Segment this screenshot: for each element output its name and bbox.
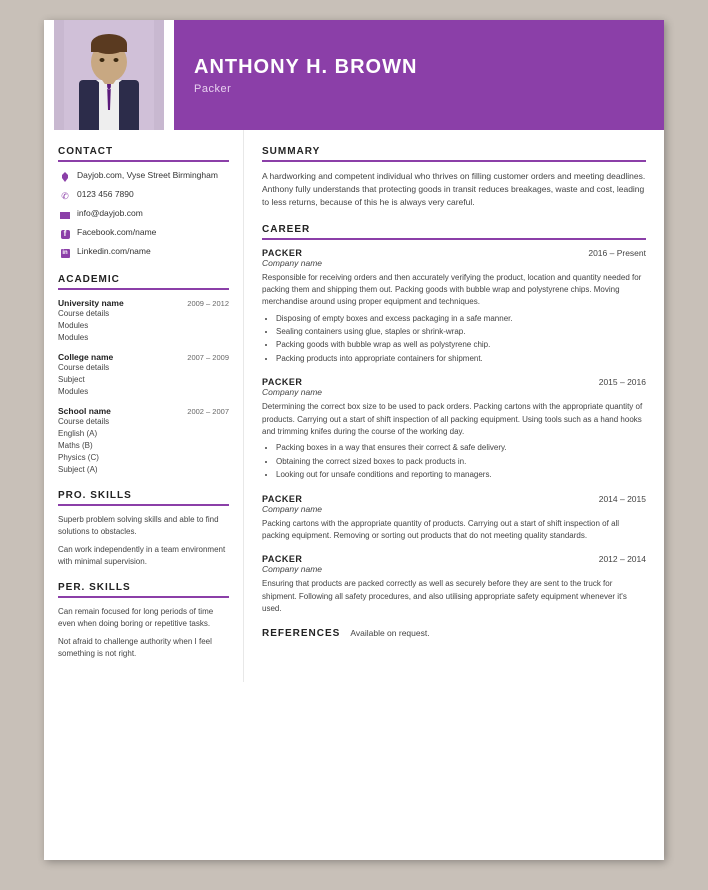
pro-skill-2: Can work independently in a team environ…: [58, 544, 229, 568]
photo-area: [44, 20, 174, 130]
career-3-title: PACKER: [262, 494, 302, 504]
university-dates: 2009 – 2012: [187, 299, 229, 308]
per-skill-1: Can remain focused for long periods of t…: [58, 606, 229, 630]
list-item: Looking out for unsafe conditions and re…: [276, 469, 646, 481]
career-1-company: Company name: [262, 258, 646, 268]
career-2-desc: Determining the correct box size to be u…: [262, 401, 646, 438]
left-column: CONTACT Dayjob.com, Vyse Street Birmingh…: [44, 130, 244, 682]
summary-text: A hardworking and competent individual w…: [262, 170, 646, 210]
page-wrapper: ANTHONY H. BROWN Packer CONTACT Dayjob.c…: [0, 0, 708, 890]
per-skills-section-title: PER. SKILLS: [58, 582, 229, 598]
address-text: Dayjob.com, Vyse Street Birmingham: [77, 170, 218, 182]
linkedin-text: Linkedin.com/name: [77, 246, 151, 258]
phone-icon: ✆: [58, 189, 72, 203]
academic-section-title: ACADEMIC: [58, 274, 229, 290]
college-name: College name: [58, 352, 113, 362]
career-1-desc: Responsible for receiving orders and the…: [262, 272, 646, 309]
list-item: Packing products into appropriate contai…: [276, 353, 646, 365]
candidate-name: ANTHONY H. BROWN: [194, 56, 644, 79]
right-column: SUMMARY A hardworking and competent indi…: [244, 130, 664, 682]
academic-entry-college: College name 2007 – 2009 Course details …: [58, 352, 229, 398]
pro-skill-1: Superb problem solving skills and able t…: [58, 514, 229, 538]
career-1-title: PACKER: [262, 248, 302, 258]
academic-entry-school: School name 2002 – 2007 Course details E…: [58, 406, 229, 476]
linkedin-icon: in: [58, 246, 72, 260]
career-4-desc: Ensuring that products are packed correc…: [262, 578, 646, 615]
resume-body: CONTACT Dayjob.com, Vyse Street Birmingh…: [44, 130, 664, 682]
career-entry-3: PACKER 2014 – 2015 Company name Packing …: [262, 494, 646, 543]
list-item: Packing boxes in a way that ensures thei…: [276, 442, 646, 454]
university-name: University name: [58, 298, 124, 308]
career-section-title: CAREER: [262, 224, 646, 240]
career-2-company: Company name: [262, 387, 646, 397]
pro-skills-section-title: PRO. SKILLS: [58, 490, 229, 506]
resume-document: ANTHONY H. BROWN Packer CONTACT Dayjob.c…: [44, 20, 664, 860]
career-4-title: PACKER: [262, 554, 302, 564]
school-dates: 2002 – 2007: [187, 407, 229, 416]
phone-text: 0123 456 7890: [77, 189, 134, 201]
email-icon: [58, 208, 72, 222]
career-entry-2: PACKER 2015 – 2016 Company name Determin…: [262, 377, 646, 481]
profile-photo: [54, 20, 164, 130]
resume-header: ANTHONY H. BROWN Packer: [44, 20, 664, 130]
pin-icon: [58, 170, 72, 184]
contact-linkedin: in Linkedin.com/name: [58, 246, 229, 260]
career-2-dates: 2015 – 2016: [599, 377, 646, 387]
contact-phone: ✆ 0123 456 7890: [58, 189, 229, 203]
school-name: School name: [58, 406, 111, 416]
career-entry-4: PACKER 2012 – 2014 Company name Ensuring…: [262, 554, 646, 615]
college-details: Course details Subject Modules: [58, 362, 229, 398]
school-details: Course details English (A) Maths (B) Phy…: [58, 416, 229, 476]
career-3-dates: 2014 – 2015: [599, 494, 646, 504]
college-dates: 2007 – 2009: [187, 353, 229, 362]
list-item: Packing goods with bubble wrap as well a…: [276, 339, 646, 351]
career-1-bullets: Disposing of empty boxes and excess pack…: [262, 313, 646, 366]
career-4-company: Company name: [262, 564, 646, 574]
university-details: Course details Modules Modules: [58, 308, 229, 344]
contact-address: Dayjob.com, Vyse Street Birmingham: [58, 170, 229, 184]
list-item: Sealing containers using glue, staples o…: [276, 326, 646, 338]
summary-section-title: SUMMARY: [262, 146, 646, 162]
contact-email: info@dayjob.com: [58, 208, 229, 222]
career-3-company: Company name: [262, 504, 646, 514]
contact-facebook: f Facebook.com/name: [58, 227, 229, 241]
references-text: Available on request.: [350, 628, 429, 638]
references-label: REFERENCES: [262, 628, 340, 639]
facebook-icon: f: [58, 227, 72, 241]
header-info: ANTHONY H. BROWN Packer: [174, 20, 664, 130]
email-text: info@dayjob.com: [77, 208, 143, 220]
academic-entry-university: University name 2009 – 2012 Course detai…: [58, 298, 229, 344]
contact-section-title: CONTACT: [58, 146, 229, 162]
career-1-dates: 2016 – Present: [588, 248, 646, 258]
candidate-title: Packer: [194, 83, 644, 95]
career-3-desc: Packing cartons with the appropriate qua…: [262, 518, 646, 543]
facebook-text: Facebook.com/name: [77, 227, 156, 239]
references-section: REFERENCES Available on request.: [262, 628, 646, 639]
career-2-bullets: Packing boxes in a way that ensures thei…: [262, 442, 646, 481]
career-4-dates: 2012 – 2014: [599, 554, 646, 564]
career-2-title: PACKER: [262, 377, 302, 387]
career-entry-1: PACKER 2016 – Present Company name Respo…: [262, 248, 646, 366]
list-item: Obtaining the correct sized boxes to pac…: [276, 456, 646, 468]
per-skill-2: Not afraid to challenge authority when I…: [58, 636, 229, 660]
list-item: Disposing of empty boxes and excess pack…: [276, 313, 646, 325]
